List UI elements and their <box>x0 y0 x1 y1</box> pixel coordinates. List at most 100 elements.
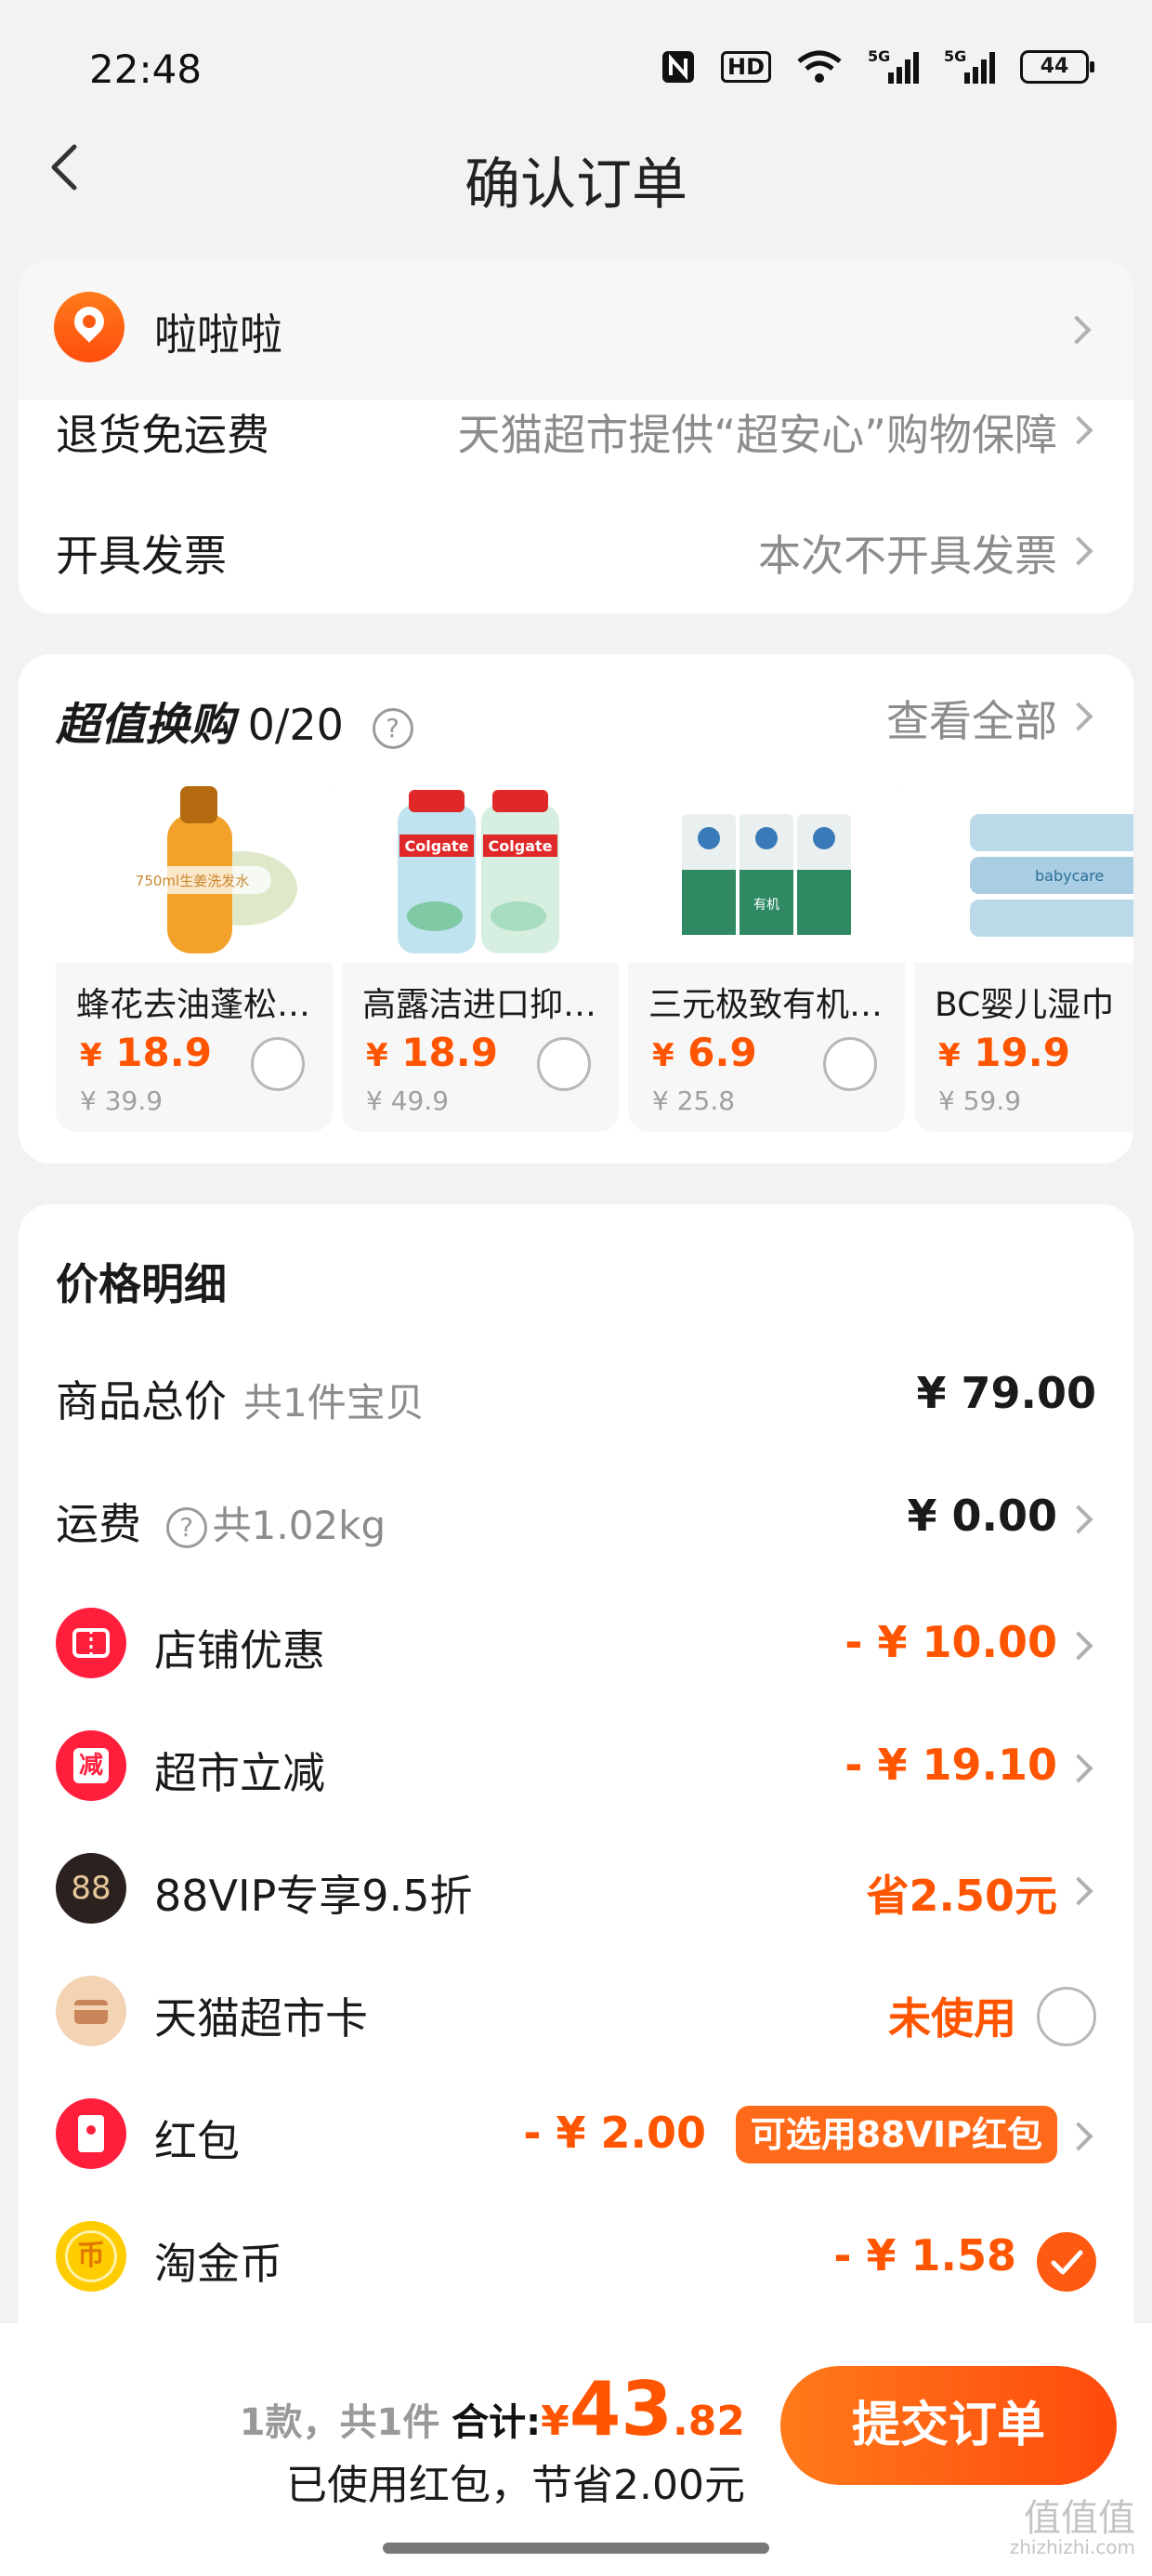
price-row-shop-coupon[interactable]: 店铺优惠 - ¥ 10.00 <box>19 1602 1133 1695</box>
price-row-88vip[interactable]: 88 88VIP专享9.5折 省2.50元 <box>19 1847 1133 1940</box>
chevron-right-icon <box>1062 315 1092 345</box>
option-label: 退货免运费 <box>56 410 269 460</box>
wifi-icon <box>797 50 842 83</box>
swap-card: 超值换购 0/20 ? 查看全部 750ml生姜洗发水 蜂花去油蓬松洗发水 ¥ … <box>19 654 1133 1163</box>
price-row-label: 商品总价 <box>56 1376 227 1426</box>
product-name: 蜂花去油蓬松洗发水 <box>76 986 323 1024</box>
price-row-sub: 共1件宝贝 <box>243 1380 425 1426</box>
address-name: 啦啦啦 <box>154 309 282 360</box>
price-row-label: 88VIP专享9.5折 <box>154 1871 473 1921</box>
price-row-sub: 共1.02kg <box>212 1503 386 1548</box>
chevron-right-icon <box>1064 415 1093 445</box>
card-icon <box>56 1976 126 2046</box>
svg-text:750ml生姜洗发水: 750ml生姜洗发水 <box>136 873 249 889</box>
nav-bar: 确认订单 <box>0 112 1152 223</box>
status-icons: HD 5G 5G 44 <box>660 48 1094 85</box>
product-image: 有机 <box>628 777 905 963</box>
vip-red-envelope-badge[interactable]: 可选用88VIP红包 <box>735 2106 1057 2163</box>
price-row-amount: - ¥ 2.00 <box>523 2108 706 2158</box>
red-envelope-icon <box>56 2098 126 2169</box>
page-title: 确认订单 <box>465 152 687 217</box>
svg-text:babycare: babycare <box>1035 867 1104 885</box>
product-price: ¥ 19.9 <box>938 1030 1070 1075</box>
order-summary: 1款，共1件 合计:¥43.82 <box>240 2366 745 2452</box>
chevron-right-icon <box>1064 536 1093 566</box>
5g-signal-icon: 5G <box>868 48 919 84</box>
product-price: ¥ 18.9 <box>366 1030 498 1075</box>
price-row-amount: 省2.50元 <box>866 1871 1058 1921</box>
address-row[interactable]: 啦啦啦 <box>19 260 1133 400</box>
price-row-label: 运费 <box>56 1499 141 1549</box>
option-value: 天猫超市提供“超安心”购物保障 <box>457 410 1057 460</box>
market-card-radio[interactable] <box>1037 1987 1096 2046</box>
select-radio[interactable] <box>823 1037 877 1091</box>
product-price: ¥ 18.9 <box>80 1030 212 1075</box>
chevron-right-icon <box>1064 1631 1093 1661</box>
chevron-right-icon <box>1064 2122 1093 2151</box>
checkout-bar: 1款，共1件 合计:¥43.82 已使用红包，节省2.00元 提交订单 <box>0 2323 1152 2576</box>
svg-text:5G: 5G <box>868 48 890 65</box>
submit-order-button[interactable]: 提交订单 <box>780 2366 1117 2485</box>
nfc-icon <box>661 51 694 83</box>
product-original-price: ¥ 39.9 <box>80 1085 164 1116</box>
price-row-amount: - ¥ 1.58 <box>833 2230 1016 2280</box>
product-original-price: ¥ 25.8 <box>652 1085 736 1116</box>
price-row-label: 红包 <box>154 2116 240 2166</box>
price-detail-title: 价格明细 <box>56 1259 227 1309</box>
price-row-label: 天猫超市卡 <box>154 1993 368 2044</box>
88vip-icon: 88 <box>56 1853 126 1924</box>
svg-text:Colgate: Colgate <box>489 837 553 855</box>
price-row-gold-coin[interactable]: 币 淘金币 - ¥ 1.58 <box>19 2215 1133 2308</box>
help-icon[interactable]: ? <box>165 1506 207 1548</box>
price-row-instant-discount[interactable]: 减 超市立减 - ¥ 19.10 <box>19 1725 1133 1818</box>
5g-signal-icon: 5G <box>944 48 995 84</box>
option-label: 开具发票 <box>56 531 227 581</box>
price-row-amount: ¥ 79.00 <box>916 1368 1096 1418</box>
price-row-amount: 未使用 <box>888 1993 1016 2044</box>
savings-text: 已使用红包，节省2.00元 <box>286 2462 745 2509</box>
option-return-shipping[interactable]: 退货免运费 天猫超市提供“超安心”购物保障 <box>19 400 1133 502</box>
product-name: 高露洁进口抑菌漱口水 <box>362 986 609 1024</box>
option-value: 本次不开具发票 <box>758 531 1057 581</box>
price-row-subtotal: 商品总价 共1件宝贝 ¥ 79.00 <box>19 1368 1133 1442</box>
swap-product-list: 750ml生姜洗发水 蜂花去油蓬松洗发水 ¥ 18.9 ¥ 39.9 Colga… <box>19 654 1133 1163</box>
svg-text:5G: 5G <box>944 48 966 65</box>
price-row-red-envelope[interactable]: 红包 - ¥ 2.00 可选用88VIP红包 <box>19 2093 1133 2186</box>
watermark-logo: 值值值 zhizhizhi.com <box>1009 2497 1135 2558</box>
chevron-right-icon <box>1064 1876 1093 1906</box>
check-icon <box>1051 2250 1083 2275</box>
price-row-amount: - ¥ 10.00 <box>844 1617 1057 1667</box>
home-indicator[interactable] <box>383 2543 769 2554</box>
item-count: 1款，共1件 <box>239 2401 440 2444</box>
select-radio[interactable] <box>537 1037 591 1091</box>
shop-coupon-icon <box>56 1608 126 1678</box>
battery-icon: 44 <box>1020 50 1094 84</box>
product-name: BC婴儿湿巾 <box>935 986 1115 1024</box>
svg-text:Colgate: Colgate <box>405 837 469 855</box>
gold-coin-checkbox[interactable] <box>1037 2232 1096 2292</box>
chevron-right-icon <box>1064 1754 1093 1783</box>
product-price: ¥ 6.9 <box>652 1030 757 1075</box>
status-bar: 22:48 HD 5G 5G 44 <box>0 0 1152 130</box>
price-row-shipping[interactable]: 运费 ? 共1.02kg ¥ 0.00 <box>19 1491 1133 1565</box>
product-name: 三元极致有机纯牛奶 <box>648 986 896 1024</box>
product-image: babycare <box>914 777 1133 963</box>
hd-icon: HD <box>720 51 771 83</box>
swap-product[interactable]: babycare BC婴儿湿巾 ¥ 19.9 ¥ 59.9 <box>914 777 1133 1132</box>
product-original-price: ¥ 59.9 <box>938 1085 1022 1116</box>
swap-product[interactable]: Colgate Colgate 高露洁进口抑菌漱口水 ¥ 18.9 ¥ 49.9 <box>342 777 619 1132</box>
price-row-amount: ¥ 0.00 <box>907 1491 1057 1541</box>
product-original-price: ¥ 49.9 <box>366 1085 450 1116</box>
price-row-amount: - ¥ 19.10 <box>844 1740 1057 1790</box>
total-label: 合计: <box>452 2401 542 2444</box>
price-row-label: 店铺优惠 <box>154 1625 325 1676</box>
discount-icon: 减 <box>56 1730 126 1801</box>
select-radio[interactable] <box>251 1037 305 1091</box>
price-row-label: 超市立减 <box>154 1748 325 1798</box>
total-amount: ¥43.82 <box>541 2366 745 2452</box>
price-row-market-card[interactable]: 天猫超市卡 未使用 <box>19 1970 1133 2063</box>
swap-product[interactable]: 750ml生姜洗发水 蜂花去油蓬松洗发水 ¥ 18.9 ¥ 39.9 <box>56 777 333 1132</box>
swap-product[interactable]: 有机 三元极致有机纯牛奶 ¥ 6.9 ¥ 25.8 <box>628 777 905 1132</box>
gold-coin-icon: 币 <box>56 2221 126 2292</box>
option-invoice[interactable]: 开具发票 本次不开具发票 <box>19 520 1133 613</box>
